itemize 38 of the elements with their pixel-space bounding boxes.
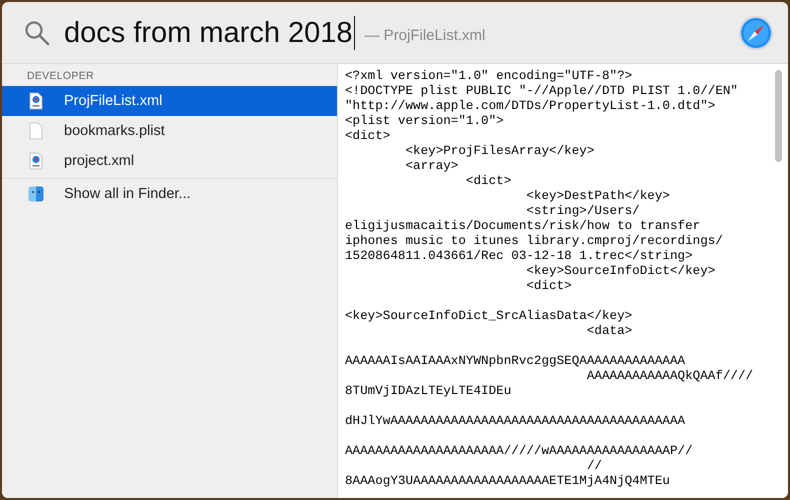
code-line: AAAAAAAAAAAAAAAAAAAAA/////wAAAAAAAAAAAAAAAAP// — [345, 444, 693, 459]
code-line: iphones music to itunes library.cmproj/recordings/ — [345, 234, 723, 249]
code-line: <key>SourceInfoDict</key> — [525, 264, 716, 279]
code-line: <plist version="1.0"> — [345, 114, 504, 129]
result-item[interactable]: project.xml — [2, 146, 337, 176]
search-icon — [24, 20, 50, 46]
code-line: 8AAAogY3UAAAAAAAAAAAAAAAAAAETE1MjA4NjQ4MTEu — [345, 474, 670, 489]
search-field[interactable]: docs from march 2018 — [64, 16, 355, 50]
code-line: <?xml version="1.0" encoding="UTF-8"?> — [345, 69, 632, 84]
suggestion-text: — ProjFileList.xml — [364, 27, 486, 44]
code-line: AAAAAAIsAAIAAAxNYWNpbnRvc2ggSEQAAAAAAAAAAAAAA — [345, 354, 686, 369]
code-line: <string>/Users/ — [525, 204, 640, 219]
code-line: <key>SourceInfoDict_SrcAliasData</key> — [345, 309, 632, 324]
scrollbar[interactable] — [775, 70, 782, 162]
code-line: eligijusmacaitis/Documents/risk/how to transfer — [345, 219, 700, 234]
code-line: 1520864811.043661/Rec 03-12-18 1.trec</string> — [345, 249, 693, 264]
document-icon — [29, 122, 43, 140]
code-line: AAAAAAAAAAAAQkQAAf//// — [586, 369, 754, 384]
result-item[interactable]: bookmarks.plist — [2, 116, 337, 146]
code-line: <data> — [586, 324, 632, 339]
result-item[interactable]: ProjFileList.xml — [2, 86, 337, 116]
code-line: <array> — [404, 159, 458, 174]
code-line: "http://www.apple.com/DTDs/PropertyList-1.0.dtd"> — [345, 99, 716, 114]
code-line: <key>ProjFilesArray</key> — [404, 144, 594, 159]
code-line: 8TUmVjIDAzLTEyLTE4IDEu — [345, 384, 512, 399]
section-header: DEVELOPER — [26, 70, 94, 84]
xml-file-icon — [29, 92, 43, 110]
code-line: <dict> — [525, 279, 572, 294]
xml-file-icon — [29, 152, 43, 170]
code-line: <!DOCTYPE plist PUBLIC "-//Apple//DTD PLIST 1.0//EN" — [345, 84, 738, 99]
code-line: // — [586, 459, 602, 474]
code-line: dHJlYwAAAAAAAAAAAAAAAAAAAAAAAAAAAAAAAAAAAAAAA — [345, 414, 686, 429]
show-all-link[interactable]: Show all in Finder... — [2, 179, 337, 209]
code-line: <dict> — [345, 129, 390, 144]
compass-icon[interactable] — [738, 14, 774, 50]
code-line: <key>DestPath</key> — [525, 189, 670, 204]
code-line: <dict> — [464, 174, 512, 189]
finder-icon — [28, 186, 44, 202]
